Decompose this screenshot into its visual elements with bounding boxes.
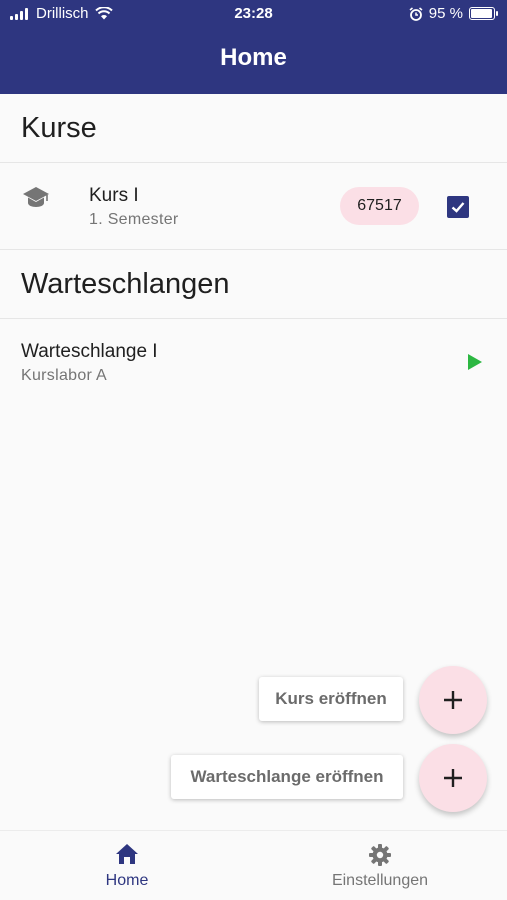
status-bar: Drillisch 23:28 95 %	[0, 0, 507, 28]
school-cap-icon	[23, 187, 49, 207]
course-code-chip: 67517	[340, 187, 419, 225]
course-list-item[interactable]: Kurs I 1. Semester 67517	[0, 163, 507, 249]
battery-percent: 95 %	[428, 5, 463, 22]
nav-label-home: Home	[105, 872, 149, 889]
open-course-label[interactable]: Kurs eröffnen	[259, 677, 403, 721]
play-icon[interactable]	[467, 353, 483, 371]
open-course-button[interactable]	[419, 666, 487, 734]
gear-icon	[369, 844, 391, 866]
home-icon	[116, 844, 138, 864]
divider	[0, 249, 507, 250]
course-title: Kurs I	[89, 185, 139, 206]
app-header: Drillisch 23:28 95 % Home	[0, 0, 507, 94]
queue-list-item[interactable]: Warteschlange I Kurslabor A	[0, 319, 507, 405]
alarm-clock-icon	[409, 6, 423, 21]
queue-title: Warteschlange I	[21, 341, 158, 362]
check-icon	[451, 202, 465, 213]
course-checkbox[interactable]	[447, 196, 469, 218]
bottom-navigation: Home Einstellungen	[0, 830, 507, 900]
queue-subtitle: Kurslabor A	[21, 367, 108, 384]
open-queue-button[interactable]	[419, 744, 487, 812]
nav-label-settings: Einstellungen	[331, 872, 429, 889]
page-title: Home	[220, 44, 287, 71]
status-right: 95 %	[409, 5, 498, 22]
battery-icon	[469, 7, 498, 20]
plus-icon	[444, 769, 462, 787]
nav-item-home[interactable]: Home	[52, 831, 202, 900]
nav-item-settings[interactable]: Einstellungen	[305, 831, 455, 900]
courses-section-title: Kurse	[21, 112, 97, 144]
open-queue-label[interactable]: Warteschlange eröffnen	[171, 755, 403, 799]
course-subtitle: 1. Semester	[89, 211, 179, 228]
queues-section-title: Warteschlangen	[21, 268, 230, 300]
plus-icon	[444, 691, 462, 709]
